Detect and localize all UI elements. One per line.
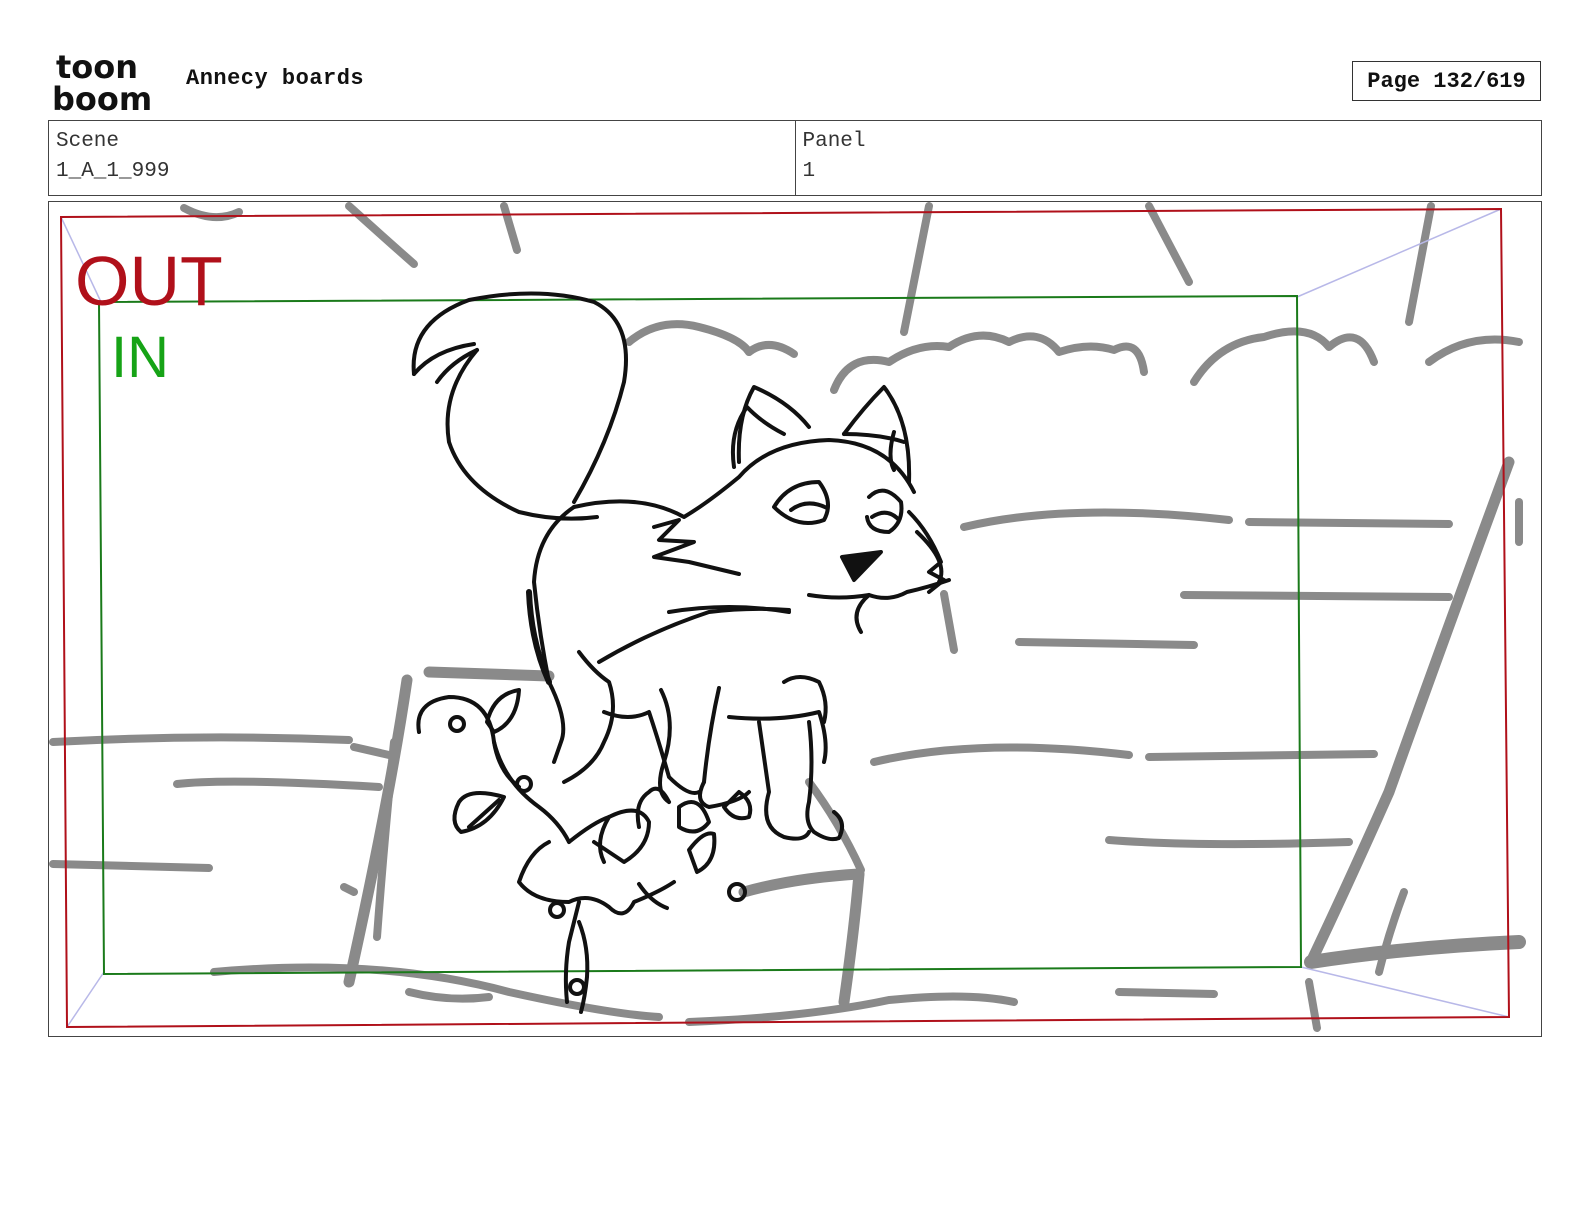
page-indicator: Page 132/619 <box>1352 61 1541 101</box>
toonboom-logo: toon boom <box>52 50 152 114</box>
scene-cell: Scene 1_A_1_999 <box>49 121 795 195</box>
scene-value: 1_A_1_999 <box>56 160 170 183</box>
panel-label: Panel <box>802 130 866 153</box>
scene-label: Scene <box>56 130 120 153</box>
vine-with-flowers <box>416 688 747 1014</box>
storyboard-panel: OUT IN <box>48 201 1542 1037</box>
fox-sketch <box>411 291 951 842</box>
project-title: Annecy boards <box>186 66 365 91</box>
info-table: Scene 1_A_1_999 Panel 1 <box>48 120 1542 196</box>
panel-value: 1 <box>802 160 816 183</box>
in-label: IN <box>111 325 169 390</box>
panel-drawing: OUT IN <box>49 202 1526 1032</box>
logo-line2-text: boom <box>52 80 152 114</box>
panel-cell: Panel 1 <box>794 121 1542 195</box>
out-label: OUT <box>75 242 223 320</box>
